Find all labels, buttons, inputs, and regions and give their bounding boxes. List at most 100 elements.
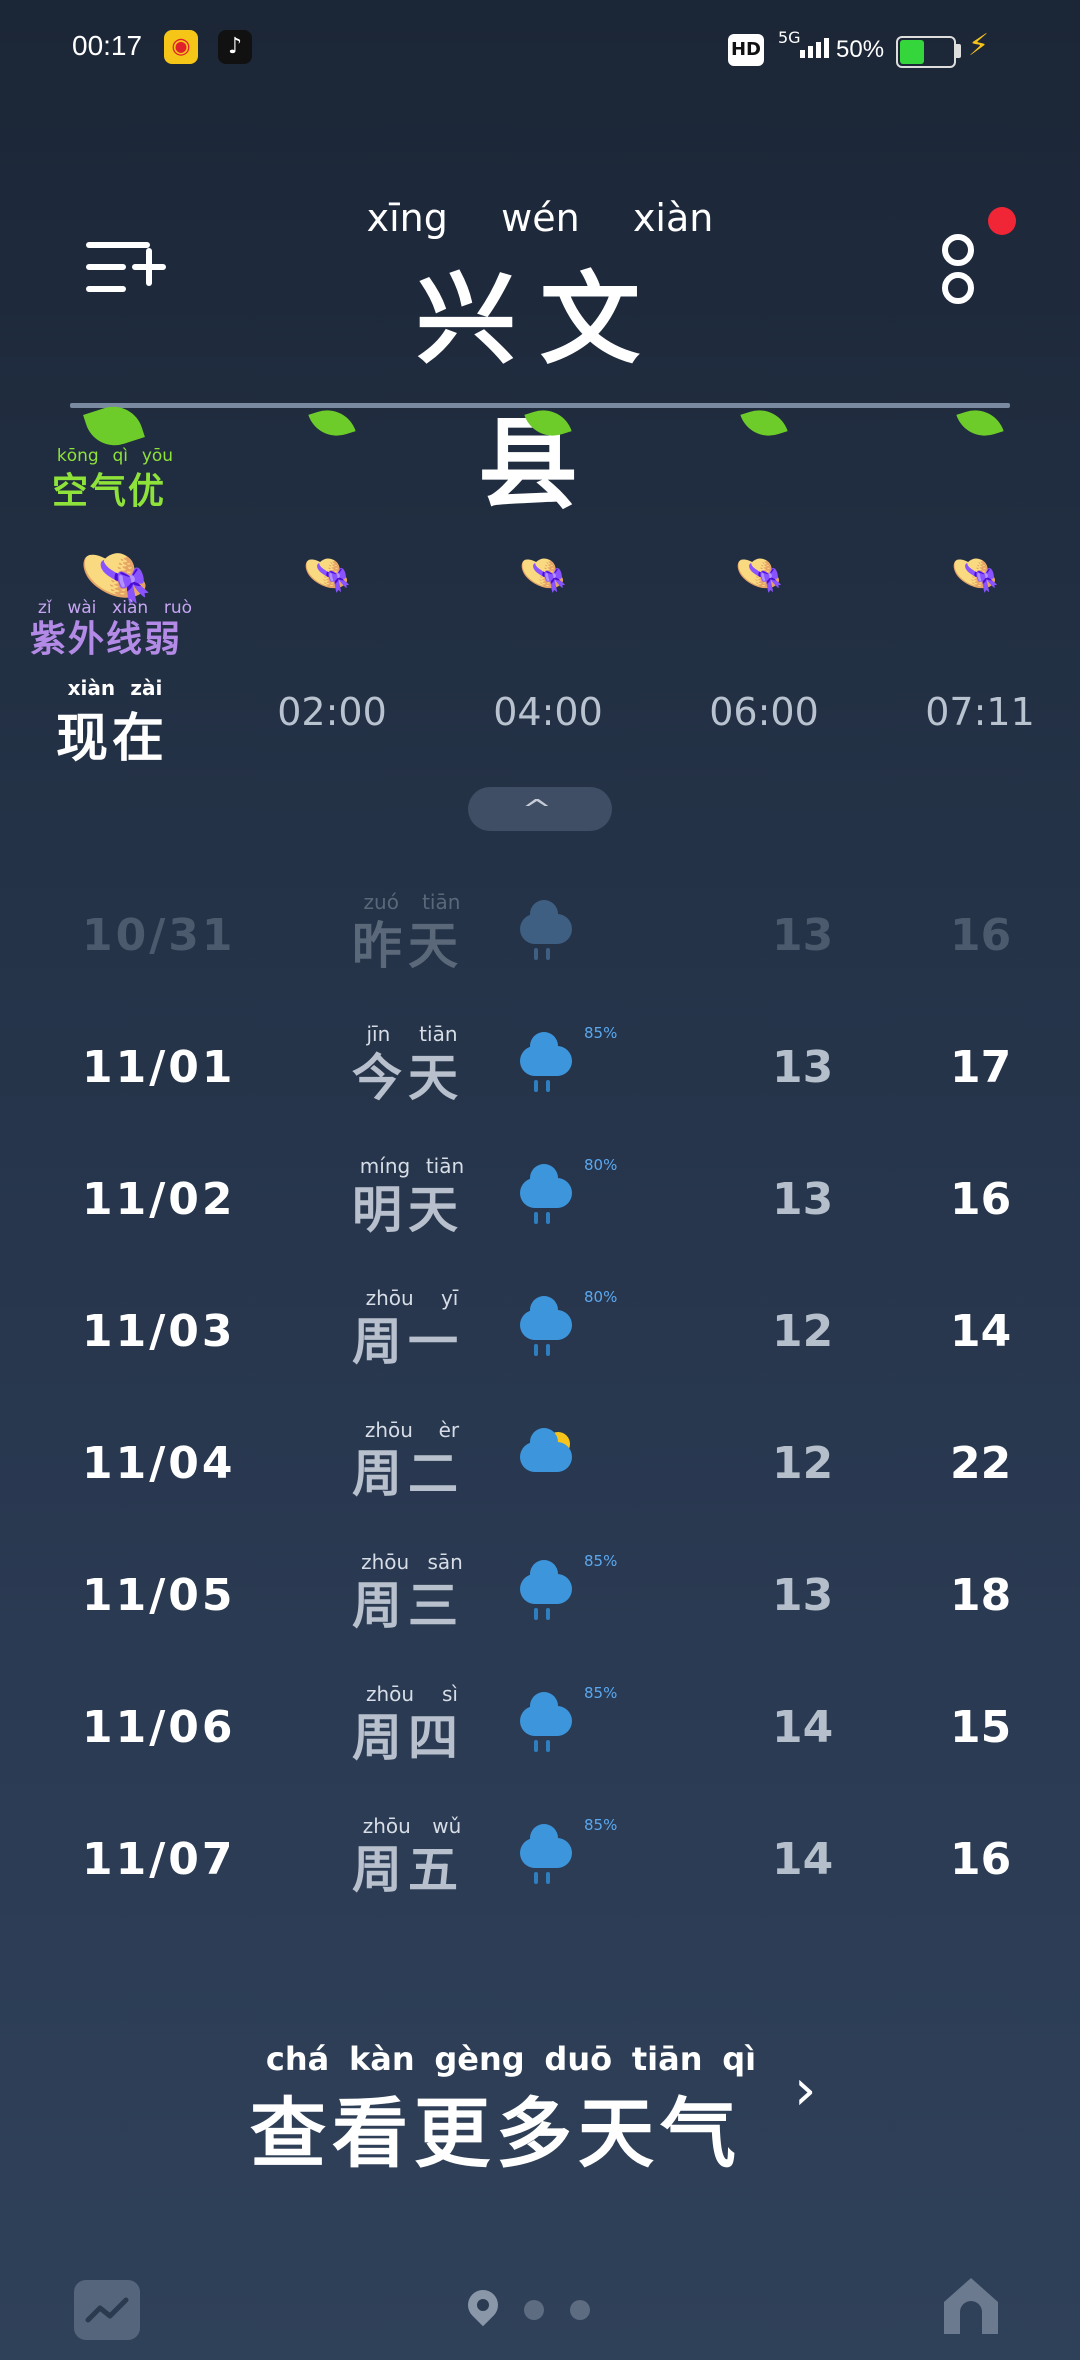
trend-icon: [85, 2297, 129, 2323]
hat-icon: 👒: [518, 551, 568, 597]
hour-label: 07:11: [925, 690, 1035, 734]
hat-icon: 👒: [302, 551, 352, 597]
hat-icon: 👒: [950, 551, 1000, 597]
temp-low: 14: [772, 1834, 834, 1885]
temp-low: 13: [772, 1570, 834, 1621]
temp-high: 15: [950, 1702, 1012, 1753]
home-button[interactable]: [938, 2272, 1004, 2338]
rain-cloud-icon: [520, 900, 576, 964]
forecast-row[interactable]: 11/06 zhōu sì 周四 85% 14 15: [0, 1672, 1080, 1804]
forecast-date: 10/31: [82, 910, 236, 961]
forecast-day: 周五: [352, 1841, 464, 1899]
page-dot[interactable]: [524, 2300, 544, 2320]
forecast-date: 11/02: [82, 1174, 236, 1225]
temp-high: 17: [950, 1042, 1012, 1093]
collapse-button[interactable]: ^: [468, 787, 612, 831]
temp-low: 12: [772, 1306, 834, 1357]
forecast-row[interactable]: 11/04 zhōu èr 周二 12 22: [0, 1408, 1080, 1540]
forecast-row[interactable]: 10/31 zuó tiān 昨天 13 16: [0, 880, 1080, 1012]
page-dot[interactable]: [570, 2300, 590, 2320]
forecast-row[interactable]: 11/05 zhōu sān 周三 85% 13 18: [0, 1540, 1080, 1672]
lightning-icon: ⚡: [968, 28, 990, 63]
temp-low: 13: [772, 910, 834, 961]
location-icon[interactable]: [461, 2283, 505, 2327]
notification-badge: [988, 207, 1016, 235]
hourly-timeline: [70, 403, 1010, 408]
hat-icon: 👒: [734, 551, 784, 597]
temp-high: 22: [950, 1438, 1012, 1489]
forecast-row[interactable]: 11/03 zhōu yī 周一 80% 12 14: [0, 1276, 1080, 1408]
rain-cloud-icon: [520, 1824, 576, 1888]
network-type: 5G: [778, 28, 801, 47]
forecast-row[interactable]: 11/01 jīn tiān 今天 85% 13 17: [0, 1012, 1080, 1144]
rain-cloud-icon: [520, 1164, 576, 1228]
air-quality-label: 空气优: [52, 471, 167, 512]
rain-cloud-icon: [520, 1296, 576, 1360]
forecast-day: 周一: [352, 1313, 464, 1371]
status-bar: 00:17 ◉ ♪ HD 5G 50% ⚡: [0, 0, 1080, 100]
partly-cloudy-icon: [520, 1428, 576, 1492]
more-weather-button[interactable]: 查看更多天气: [250, 2072, 742, 2182]
uv-label: 紫外线弱: [30, 619, 183, 660]
leaf-icon: [956, 402, 1004, 444]
temp-low: 12: [772, 1438, 834, 1489]
forecast-day: 周四: [352, 1709, 464, 1767]
temp-low: 13: [772, 1042, 834, 1093]
forecast-date: 11/03: [82, 1306, 236, 1357]
hour-label: 04:00: [493, 690, 603, 734]
forecast-date: 11/05: [82, 1570, 236, 1621]
precip-probability: 80%: [584, 1288, 618, 1306]
precip-probability: 85%: [584, 1684, 618, 1702]
precip-probability: 85%: [584, 1816, 618, 1834]
pinyin: wén: [501, 196, 580, 240]
battery-level: [900, 40, 924, 64]
forecast-day: 周三: [352, 1577, 464, 1635]
temp-high: 16: [950, 1174, 1012, 1225]
rain-cloud-icon: [520, 1032, 576, 1096]
forecast-day: 今天: [352, 1049, 464, 1107]
forecast-row[interactable]: 11/02 míng tiān 明天 80% 13 16: [0, 1144, 1080, 1276]
pinyin: xīng: [366, 196, 448, 240]
menu-add-button[interactable]: [86, 238, 166, 298]
more-options-button[interactable]: [930, 230, 986, 314]
city-pinyin: xīng wén xiàn: [340, 196, 740, 240]
forecast-day: 昨天: [352, 917, 464, 975]
temp-high: 16: [950, 1834, 1012, 1885]
forecast-date: 11/01: [82, 1042, 236, 1093]
forecast-date: 11/07: [82, 1834, 236, 1885]
temp-high: 16: [950, 910, 1012, 961]
forecast-date: 11/04: [82, 1438, 236, 1489]
hd-badge: HD: [728, 34, 764, 66]
tiktok-icon: ♪: [218, 30, 252, 64]
temp-low: 13: [772, 1174, 834, 1225]
hour-now: 现在: [56, 709, 169, 769]
temp-low: 14: [772, 1702, 834, 1753]
temp-high: 14: [950, 1306, 1012, 1357]
status-time: 00:17: [72, 30, 143, 61]
chevron-right-icon[interactable]: ›: [794, 2058, 816, 2123]
forecast-day: 周二: [352, 1445, 464, 1503]
battery-icon: [896, 36, 956, 68]
precip-probability: 85%: [584, 1024, 618, 1042]
leaf-icon: [740, 402, 788, 444]
leaf-icon: [308, 402, 356, 444]
temp-high: 18: [950, 1570, 1012, 1621]
home-icon: [944, 2278, 998, 2334]
battery-percent: 50%: [836, 36, 885, 63]
precip-probability: 80%: [584, 1156, 618, 1174]
city-title[interactable]: 兴文县: [360, 238, 720, 528]
rain-cloud-icon: [520, 1692, 576, 1756]
rain-cloud-icon: [520, 1560, 576, 1624]
hour-label: 02:00: [277, 690, 387, 734]
hour-label: 06:00: [709, 690, 819, 734]
signal-icon: [800, 38, 840, 66]
battery-cap: [956, 44, 961, 58]
pinyin: xiàn: [632, 196, 714, 240]
forecast-day: 明天: [352, 1181, 464, 1239]
chevron-up-icon: ^: [521, 795, 553, 825]
forecast-date: 11/06: [82, 1702, 236, 1753]
forecast-row[interactable]: 11/07 zhōu wǔ 周五 85% 14 16: [0, 1804, 1080, 1936]
trend-chart-button[interactable]: [74, 2280, 140, 2340]
precip-probability: 85%: [584, 1552, 618, 1570]
weibo-icon: ◉: [164, 30, 198, 64]
